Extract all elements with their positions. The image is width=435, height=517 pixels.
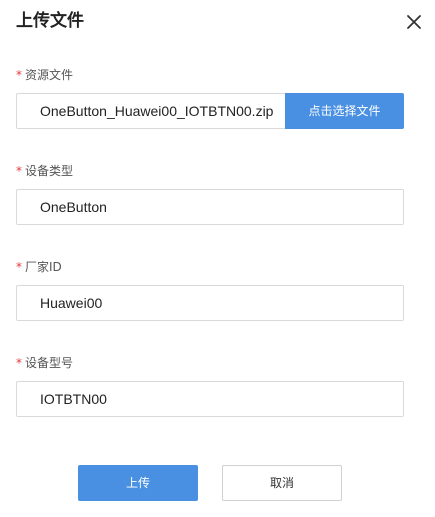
manufacturer-id-label: * 厂家ID (16, 259, 62, 275)
resource-file-label-text: 资源文件 (25, 68, 74, 82)
close-button[interactable] (404, 12, 424, 32)
close-icon (407, 15, 421, 29)
select-file-button[interactable]: 点击选择文件 (285, 93, 404, 129)
device-type-input[interactable]: OneButton (16, 189, 404, 225)
resource-file-input[interactable]: OneButton_Huawei00_IOTBTN00.zip (16, 93, 285, 129)
upload-dialog: 上传文件 * 资源文件 OneButton_Huawei00_IOTBTN00.z… (0, 0, 435, 517)
required-mark: * (16, 260, 22, 274)
dialog-title: 上传文件 (16, 11, 84, 31)
required-mark: * (16, 68, 22, 82)
required-mark: * (16, 164, 22, 178)
manufacturer-id-input[interactable]: Huawei00 (16, 285, 404, 321)
resource-file-label: * 资源文件 (16, 67, 73, 83)
upload-button[interactable]: 上传 (78, 465, 198, 501)
device-model-input[interactable]: IOTBTN00 (16, 381, 404, 417)
device-model-label-text: 设备型号 (25, 356, 74, 370)
required-mark: * (16, 356, 22, 370)
resource-file-picker: OneButton_Huawei00_IOTBTN00.zip 点击选择文件 (16, 93, 404, 129)
cancel-button[interactable]: 取消 (222, 465, 342, 501)
manufacturer-id-label-text: 厂家ID (25, 260, 62, 274)
device-model-label: * 设备型号 (16, 355, 73, 371)
device-type-label-text: 设备类型 (25, 164, 74, 178)
device-type-label: * 设备类型 (16, 163, 73, 179)
